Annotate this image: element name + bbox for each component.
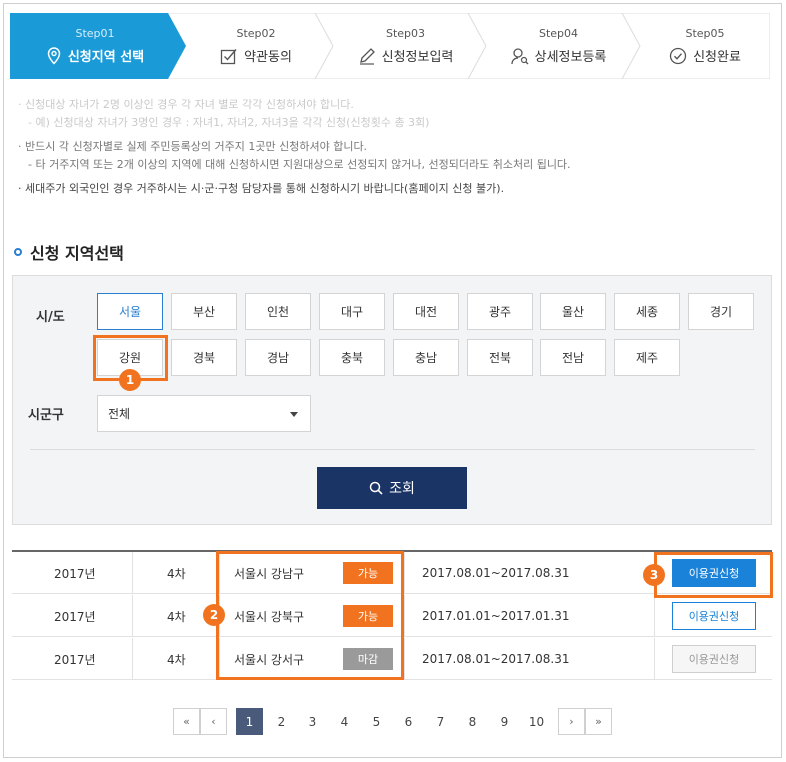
sido-button-daegu[interactable]: 대구: [319, 293, 385, 330]
sido-button-chungbuk[interactable]: 충북: [319, 339, 385, 376]
period-cell: 2017.01.01~2017.01.31: [422, 609, 570, 623]
user-search-icon: [510, 47, 529, 65]
sido-button-sejong[interactable]: 세종: [614, 293, 680, 330]
page-button-3[interactable]: 3: [299, 708, 326, 735]
step-progress: Step01 신청지역 선택 Step02 약관동의 Step03 신청정보입력…: [10, 13, 770, 79]
year-cell: 2017년: [54, 652, 96, 667]
sido-label: 시/도: [36, 310, 65, 325]
step-1-number: Step01: [75, 27, 115, 40]
section-title: 신청 지역선택: [14, 240, 124, 264]
sido-button-gyeongbuk[interactable]: 경북: [171, 339, 237, 376]
search-button-label: 조회: [389, 481, 415, 497]
step-2-label: 약관동의: [244, 50, 292, 65]
page-button-10[interactable]: 10: [523, 708, 550, 735]
sido-button-gyeongnam[interactable]: 경남: [245, 339, 311, 376]
period-cell: 2017.08.01~2017.08.31: [422, 566, 570, 580]
step-1-label: 신청지역 선택: [67, 50, 145, 65]
notice-line: · 반드시 각 신청자별로 실제 주민등록상의 거주지 1곳만 신청하셔야 합니…: [18, 140, 368, 153]
prev-page-button[interactable]: ‹: [200, 708, 227, 735]
step-marker-1: 1: [119, 369, 141, 391]
step-5: Step05 신청완료: [640, 13, 770, 79]
section-title-text: 신청 지역선택: [30, 244, 124, 263]
last-page-button[interactable]: »: [585, 708, 612, 735]
caret-down-icon: [290, 412, 298, 417]
step-5-number: Step05: [685, 27, 725, 40]
period-cell: 2017.08.01~2017.08.31: [422, 652, 570, 666]
bullet-icon: [14, 248, 22, 256]
year-cell: 2017년: [54, 566, 96, 581]
sido-button-gwangju[interactable]: 광주: [467, 293, 533, 330]
page-button-5[interactable]: 5: [363, 708, 390, 735]
pencil-icon: [358, 47, 376, 65]
round-cell: 4차: [167, 652, 186, 667]
round-cell: 4차: [167, 566, 186, 581]
search-icon: [369, 481, 383, 495]
page-button-4[interactable]: 4: [331, 708, 358, 735]
next-page-button[interactable]: ›: [558, 708, 585, 735]
map-pin-icon: [46, 46, 62, 65]
sido-button-daejeon[interactable]: 대전: [393, 293, 459, 330]
page-button-8[interactable]: 8: [459, 708, 486, 735]
sigungu-label: 시군구: [28, 408, 64, 423]
sido-button-seoul[interactable]: 서울: [97, 293, 163, 330]
step-5-label: 신청완료: [693, 50, 741, 65]
highlight-box-3: [654, 552, 773, 598]
page-button-1[interactable]: 1: [236, 708, 263, 735]
step-4-label: 상세정보등록: [534, 50, 607, 65]
step-3-number: Step03: [385, 27, 426, 40]
first-page-button[interactable]: «: [173, 708, 200, 735]
step-2: Step02 약관동의: [186, 13, 326, 79]
highlight-box-2: [216, 551, 404, 680]
sido-button-gyeonggi[interactable]: 경기: [688, 293, 754, 330]
page-button-7[interactable]: 7: [427, 708, 454, 735]
sido-button-ulsan[interactable]: 울산: [540, 293, 606, 330]
year-cell: 2017년: [54, 609, 96, 624]
sido-button-jeju[interactable]: 제주: [614, 339, 680, 376]
check-circle-icon: [669, 47, 687, 65]
panel-divider: [30, 449, 755, 450]
step-3-label: 신청정보입력: [381, 50, 454, 65]
notice-line: - 타 거주지역 또는 2개 이상의 지역에 대해 신청하시면 지원대상으로 선…: [28, 158, 571, 171]
sido-button-busan[interactable]: 부산: [171, 293, 237, 330]
notice-line: · 신청대상 자녀가 2명 이상인 경우 각 자녀 별로 각각 신청하셔야 합니…: [18, 98, 354, 111]
sido-button-jeonnam[interactable]: 전남: [540, 339, 606, 376]
notice-list: · 신청대상 자녀가 2명 이상인 경우 각 자녀 별로 각각 신청하셔야 합니…: [18, 96, 758, 198]
step-marker-2: 2: [203, 604, 225, 626]
notice-line: - 예) 신청대상 자녀가 3명인 경우 : 자녀1, 자녀2, 자녀3을 각각…: [28, 116, 430, 129]
step-4-number: Step04: [538, 27, 579, 40]
sigungu-selected-value: 전체: [108, 407, 131, 421]
step-3: Step03 신청정보입력: [333, 13, 478, 79]
round-cell: 4차: [167, 609, 186, 624]
step-4: Step04 상세정보등록: [486, 13, 631, 79]
sido-button-jeonbuk[interactable]: 전북: [467, 339, 533, 376]
page-button-2[interactable]: 2: [268, 708, 295, 735]
step-marker-3: 3: [643, 564, 665, 586]
step-2-number: Step02: [236, 27, 276, 40]
step-1: Step01 신청지역 선택: [10, 13, 180, 79]
notice-line: · 세대주가 외국인인 경우 거주하시는 시·군·구청 담당자를 통해 신청하시…: [18, 182, 505, 195]
apply-voucher-button[interactable]: 이용권신청: [672, 602, 756, 630]
search-button[interactable]: 조회: [317, 467, 467, 509]
page-button-6[interactable]: 6: [395, 708, 422, 735]
sigungu-select[interactable]: 전체: [97, 395, 311, 432]
apply-voucher-button-disabled: 이용권신청: [672, 645, 756, 673]
checkbox-icon: [220, 47, 238, 65]
sido-button-incheon[interactable]: 인천: [245, 293, 311, 330]
sido-button-chungnam[interactable]: 충남: [393, 339, 459, 376]
page-button-9[interactable]: 9: [491, 708, 518, 735]
